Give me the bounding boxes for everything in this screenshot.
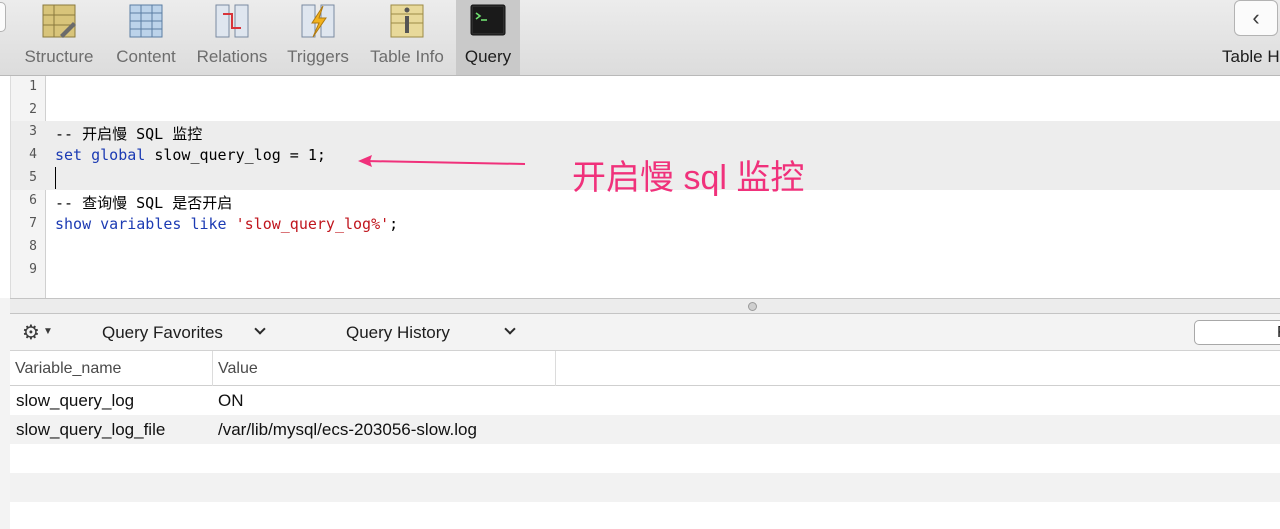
tab-label: Relations bbox=[196, 47, 268, 66]
line-number: 3 bbox=[29, 124, 37, 139]
window-edge-button[interactable] bbox=[0, 2, 6, 32]
tab-content[interactable]: Content bbox=[108, 0, 184, 75]
tab-label: Triggers bbox=[287, 47, 349, 66]
caret-down-icon[interactable]: ▼ bbox=[43, 326, 53, 337]
content-icon bbox=[129, 4, 163, 38]
table-row[interactable]: slow_query_log_file /var/lib/mysql/ecs-2… bbox=[10, 415, 1280, 444]
tab-table-info[interactable]: Table Info bbox=[362, 0, 452, 75]
line-number: 2 bbox=[29, 102, 37, 117]
table-row-empty bbox=[10, 473, 1280, 502]
sql-keyword: set bbox=[55, 146, 83, 164]
pane-splitter[interactable] bbox=[10, 298, 1280, 314]
sql-text: ; bbox=[389, 215, 399, 233]
table-cell: slow_query_log bbox=[16, 391, 135, 410]
column-header[interactable]: Variable_name bbox=[10, 351, 213, 386]
query-history-button[interactable]: Query History bbox=[346, 323, 450, 343]
line-number: 6 bbox=[29, 193, 37, 208]
tab-relations[interactable]: Relations bbox=[190, 0, 274, 75]
chevron-down-icon[interactable] bbox=[504, 323, 516, 335]
sql-keyword: show bbox=[55, 215, 92, 233]
editor-line: 3 -- 开启慢 SQL 监控 bbox=[11, 121, 1280, 144]
sql-comment: -- 开启慢 SQL 监控 bbox=[55, 125, 203, 143]
query-favorites-button[interactable]: Query Favorites bbox=[102, 323, 223, 343]
table-row-empty bbox=[10, 444, 1280, 473]
line-number: 5 bbox=[29, 170, 37, 185]
table-cell: ON bbox=[218, 391, 244, 410]
chevron-left-icon: ‹ bbox=[1252, 5, 1260, 30]
editor-line: 9 bbox=[11, 259, 1280, 282]
back-button[interactable]: ‹ bbox=[1234, 0, 1278, 36]
annotation-label: 开启慢 sql 监控 bbox=[572, 159, 805, 197]
gear-icon[interactable]: ⚙ bbox=[22, 320, 40, 345]
tab-label: Table Info bbox=[370, 47, 444, 66]
sql-keyword: variables bbox=[100, 215, 182, 233]
toolbar: Structure Content Relations Triggers Tab… bbox=[0, 0, 1280, 76]
tab-triggers[interactable]: Triggers bbox=[280, 0, 356, 75]
query-bar: ⚙ ▼ Query Favorites Query History R bbox=[10, 314, 1280, 351]
run-button[interactable]: R bbox=[1194, 320, 1280, 345]
table-history-label[interactable]: Table H bbox=[1222, 47, 1280, 67]
query-terminal-icon bbox=[470, 4, 506, 36]
line-number: 1 bbox=[29, 79, 37, 94]
column-header[interactable]: Value bbox=[213, 351, 556, 386]
text-caret bbox=[55, 167, 56, 189]
tab-structure[interactable]: Structure bbox=[16, 0, 102, 75]
sql-comment: -- 查询慢 SQL 是否开启 bbox=[55, 194, 233, 212]
sql-keyword: like bbox=[190, 215, 227, 233]
sql-string: 'slow_query_log%' bbox=[235, 215, 390, 233]
editor-line: 7 show variables like 'slow_query_log%'; bbox=[11, 213, 1280, 236]
sql-statement: show variables like 'slow_query_log%'; bbox=[55, 215, 398, 233]
chevron-down-icon[interactable] bbox=[254, 323, 266, 335]
line-number: 8 bbox=[29, 239, 37, 254]
structure-icon bbox=[42, 4, 76, 38]
results-table: Variable_name Value slow_query_log ON sl… bbox=[10, 351, 1280, 529]
tab-query[interactable]: Query bbox=[456, 0, 520, 75]
line-number: 9 bbox=[29, 262, 37, 277]
sql-editor[interactable]: 1 2 3 -- 开启慢 SQL 监控 4 set global slow_qu… bbox=[0, 76, 1280, 298]
editor-line: 2 bbox=[11, 99, 1280, 122]
table-header: Variable_name Value bbox=[10, 351, 1280, 386]
tab-label: Query bbox=[464, 47, 512, 66]
line-number: 4 bbox=[29, 147, 37, 162]
line-number: 7 bbox=[29, 216, 37, 231]
sql-statement: set global slow_query_log = 1; bbox=[55, 146, 326, 164]
tab-label: Content bbox=[116, 47, 176, 66]
editor-line: 8 bbox=[11, 236, 1280, 259]
sql-keyword: global bbox=[91, 146, 146, 164]
annotation-arrow-icon bbox=[358, 155, 526, 167]
splitter-handle[interactable] bbox=[748, 302, 757, 311]
sql-text: slow_query_log = 1; bbox=[145, 146, 326, 164]
editor-line: 1 bbox=[11, 76, 1280, 99]
relations-icon bbox=[215, 4, 249, 38]
table-info-icon bbox=[390, 4, 424, 38]
tab-label: Structure bbox=[24, 47, 94, 66]
table-row[interactable]: slow_query_log ON bbox=[10, 386, 1280, 415]
triggers-icon bbox=[301, 4, 335, 38]
table-cell: slow_query_log_file bbox=[16, 420, 166, 439]
table-cell: /var/lib/mysql/ecs-203056-slow.log bbox=[218, 420, 477, 439]
